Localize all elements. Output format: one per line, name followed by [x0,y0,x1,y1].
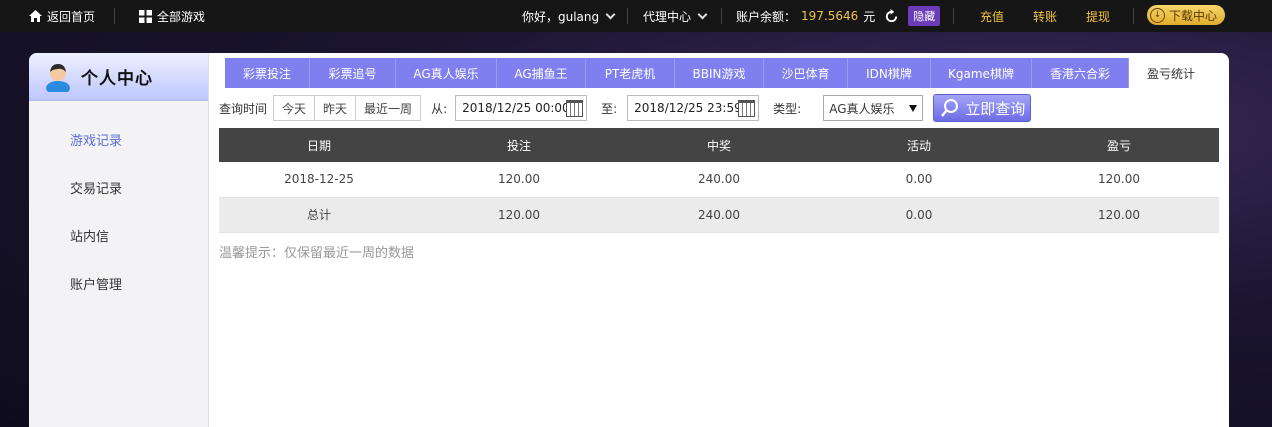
query-time-label: 查询时间 [219,101,268,116]
top-bar: 返回首页 全部游戏 你好，gulang 代理中心 账户余额： 197.5646 … [0,0,1272,32]
total-bet: 120.00 [419,197,619,233]
retention-tip: 温馨提示：仅保留最近一周的数据 [219,246,415,261]
chevron-down-icon [697,9,708,19]
divider [1133,8,1134,24]
recharge-link[interactable]: 充值 [980,8,1004,25]
tab-ag-fishing[interactable]: AG捕鱼王 [497,58,586,88]
sidebar-item-game-records[interactable]: 游戏记录 [29,115,208,163]
tab-bbin[interactable]: BBIN游戏 [675,58,764,88]
tab-profit-stats[interactable]: 盈亏统计 [1129,58,1213,88]
search-button-label: 立即查询 [965,99,1026,118]
divider [627,8,628,24]
sidebar-title: 个人中心 [81,69,153,89]
search-icon [941,99,959,117]
cell-profit: 120.00 [1019,162,1219,198]
home-label: 返回首页 [47,9,96,24]
cell-date: 2018-12-25 [219,162,419,198]
sidebar: 个人中心 游戏记录 交易记录 站内信 账户管理 [29,53,209,427]
range-yesterday-button[interactable]: 昨天 [315,96,357,120]
to-date-input[interactable]: 2018/12/25 23:59 [627,95,760,121]
profit-table: 日期 投注 中奖 活动 盈亏 2018-12-25 120.00 240.00 … [219,128,1219,233]
refresh-icon[interactable] [884,8,899,24]
user-avatar-icon [46,63,70,92]
download-label: 下载中心 [1169,8,1218,23]
search-button[interactable]: 立即查询 [933,94,1032,122]
from-date-input[interactable]: 2018/12/25 00:00 [455,95,588,121]
cell-bet: 120.00 [419,162,619,198]
all-games-link[interactable]: 全部游戏 [139,8,205,25]
table-total-row: 总计 120.00 240.00 0.00 120.00 [219,197,1219,233]
type-select[interactable]: AG真人娱乐 [823,95,924,121]
grid-icon [139,9,152,23]
withdraw-link[interactable]: 提现 [1086,8,1110,25]
total-activity: 0.00 [819,197,1019,233]
col-profit: 盈亏 [1019,128,1219,162]
sidebar-item-messages[interactable]: 站内信 [29,211,208,259]
divider [953,8,954,24]
home-link[interactable]: 返回首页 [29,8,95,25]
user-menu[interactable]: 你好，gulang [522,8,616,25]
greeting-text: 你好，gulang [522,9,600,24]
divider [721,8,722,24]
sidebar-item-transaction-records[interactable]: 交易记录 [29,163,208,211]
cell-activity: 0.00 [819,162,1019,198]
download-center-button[interactable]: ↓ 下载中心 [1147,5,1226,25]
tab-pt-slots[interactable]: PT老虎机 [586,58,675,88]
col-bet: 投注 [419,128,619,162]
total-label: 总计 [219,197,419,233]
sidebar-header: 个人中心 [29,53,208,101]
sidebar-item-account-management[interactable]: 账户管理 [29,259,208,307]
tab-lottery-chase[interactable]: 彩票追号 [310,58,396,88]
transfer-link[interactable]: 转账 [1033,8,1057,25]
content-area: 彩票投注 彩票追号 AG真人娱乐 AG捕鱼王 PT老虎机 BBIN游戏 沙巴体育… [209,53,1229,427]
tab-idn-cards[interactable]: IDN棋牌 [848,58,931,88]
tab-hk-lottery[interactable]: 香港六合彩 [1032,58,1129,88]
col-activity: 活动 [819,128,1019,162]
table-header-row: 日期 投注 中奖 活动 盈亏 [219,128,1219,162]
tab-kgame-cards[interactable]: Kgame棋牌 [931,58,1032,88]
tab-lottery-bet[interactable]: 彩票投注 [225,58,310,88]
type-select-value: AG真人娱乐 [829,101,895,116]
balance-area: 账户余额： 197.5646 元 隐藏 [736,6,941,26]
tab-ag-live[interactable]: AG真人娱乐 [396,58,497,88]
download-icon: ↓ [1150,7,1165,23]
col-win: 中奖 [619,128,819,162]
balance-label: 账户余额： [736,9,797,24]
to-label: 至: [601,101,618,116]
from-label: 从: [431,101,448,116]
sidebar-menu: 游戏记录 交易记录 站内信 账户管理 [29,101,208,307]
quick-range-group: 今天 昨天 最近一周 [273,95,422,121]
from-date-value: 2018/12/25 00:00 [462,101,570,115]
divider [114,8,115,24]
dropdown-arrow-icon [909,105,918,112]
main-panel: 个人中心 游戏记录 交易记录 站内信 账户管理 彩票投注 彩票追号 AG真人娱乐… [29,53,1229,427]
col-date: 日期 [219,128,419,162]
balance-unit: 元 [863,9,876,24]
all-games-label: 全部游戏 [157,9,206,24]
calendar-icon[interactable] [566,100,584,117]
table-row: 2018-12-25 120.00 240.00 0.00 120.00 [219,162,1219,198]
to-date-value: 2018/12/25 23:59 [634,101,742,115]
balance-value: 197.5646 [801,9,859,23]
total-profit: 120.00 [1019,197,1219,233]
query-bar: 查询时间 今天 昨天 最近一周 从: 2018/12/25 00:00 至: 2… [219,94,1032,122]
total-win: 240.00 [619,197,819,233]
tab-saba-sports[interactable]: 沙巴体育 [764,58,848,88]
type-label: 类型: [773,101,802,116]
calendar-icon[interactable] [738,100,756,117]
agent-center-label: 代理中心 [643,9,692,24]
home-icon [29,10,42,22]
tab-bar: 彩票投注 彩票追号 AG真人娱乐 AG捕鱼王 PT老虎机 BBIN游戏 沙巴体育… [225,58,1213,88]
agent-center-menu[interactable]: 代理中心 [643,8,708,25]
hide-balance-button[interactable]: 隐藏 [908,6,941,26]
range-week-button[interactable]: 最近一周 [356,96,420,120]
cell-win: 240.00 [619,162,819,198]
range-today-button[interactable]: 今天 [274,96,316,120]
chevron-down-icon [605,9,616,19]
